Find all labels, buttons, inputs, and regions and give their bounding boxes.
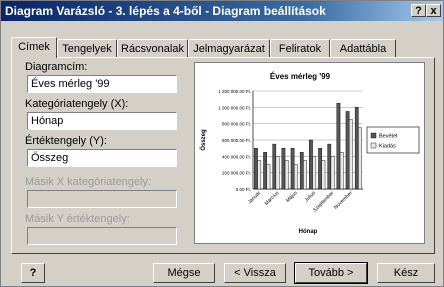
dialog-window: Diagram Varázsló - 3. lépés a 4-ből - Di… <box>0 0 444 287</box>
bar-bevetel <box>263 152 267 190</box>
bar-kiadas <box>312 156 317 190</box>
bar-bevetel <box>281 147 286 190</box>
chart-preview: Éves mérleg '99 1 200 000.00 Ft. 1 000 000… <box>194 62 425 244</box>
second-x-axis-input <box>27 190 177 208</box>
x-axis-title: Hónap <box>299 229 318 235</box>
bar-kiadas <box>284 160 289 190</box>
value-axis-input[interactable]: Összeg <box>27 149 177 167</box>
bar-bevetel <box>345 111 350 190</box>
bar-bevetel <box>354 107 359 190</box>
bar-kiadas <box>275 156 280 190</box>
legend-swatch <box>370 142 377 149</box>
legend-label: Bevétel <box>379 134 397 140</box>
bar-kiadas <box>321 160 326 190</box>
bar-kiadas <box>266 164 271 190</box>
legend-label: Kiadás <box>379 144 396 150</box>
category-axis-label: Kategóriatengely (X): <box>25 98 129 110</box>
help-title-button[interactable]: ? <box>411 4 426 17</box>
x-tick-label: November <box>333 190 354 211</box>
tab-legend[interactable]: Jelmagyarázat <box>188 39 270 57</box>
y-tick-label: 800 000.00 Ft. <box>222 122 251 127</box>
chart-title-input[interactable]: Éves mérleg '99 <box>27 75 177 93</box>
next-button[interactable]: Tovább > <box>294 262 368 284</box>
second-x-axis-label: Másik X kategóriatengely: <box>25 176 151 188</box>
bar-bevetel <box>299 152 304 190</box>
bar-kiadas <box>339 152 344 190</box>
y-tick-label: 1 000 000.00 Ft. <box>218 105 251 110</box>
second-y-axis-label: Másik Y értéktengely: <box>25 213 130 225</box>
close-button[interactable]: x <box>426 4 441 17</box>
x-tick-label: Január <box>247 190 262 205</box>
tab-gridlines[interactable]: Rácsvonalak <box>117 39 188 57</box>
bar-kiadas <box>294 164 298 190</box>
tab-data-labels[interactable]: Feliratok <box>270 39 330 57</box>
help-button[interactable]: ? <box>21 263 45 283</box>
y-axis-title: Összeg <box>200 129 207 151</box>
back-button[interactable]: < Vissza <box>224 263 286 283</box>
x-tick-label: Július <box>304 190 318 204</box>
finish-button[interactable]: Kész <box>377 263 435 283</box>
bar-bevetel <box>309 139 313 190</box>
chart-title-label: Diagramcím: <box>25 61 88 73</box>
legend-swatch <box>370 132 377 139</box>
bar-bevetel <box>318 147 322 190</box>
category-axis-input[interactable]: Hónap <box>27 112 177 130</box>
cancel-button[interactable]: Mégse <box>153 263 215 283</box>
bar-kiadas <box>349 119 353 190</box>
tab-data-table[interactable]: Adattábla <box>330 39 396 57</box>
value-axis-label: Értéktengely (Y): <box>25 135 107 147</box>
tab-titles[interactable]: Címek <box>11 37 57 58</box>
y-tick-label: 400 000.00 Ft. <box>222 154 251 159</box>
x-tick-label: Május <box>285 190 299 204</box>
window-title: Diagram Varázsló - 3. lépés a 4-ből - Di… <box>5 4 326 18</box>
bar-bevetel <box>336 103 341 190</box>
chart-title: Éves mérleg '99 <box>270 72 331 81</box>
chart-svg: Éves mérleg '99 1 200 000.00 Ft. 1 000 000… <box>200 72 420 235</box>
y-tick-label: 1 200 000.00 Ft. <box>218 89 251 94</box>
tab-axes[interactable]: Tengelyek <box>57 39 117 57</box>
bar-kiadas <box>257 160 262 190</box>
bar-bevetel <box>290 147 295 190</box>
y-tick-label: 0.00 Ft. <box>236 187 251 192</box>
bar-bevetel <box>254 147 258 190</box>
bar-kiadas <box>330 156 335 190</box>
bar-bevetel <box>327 143 332 190</box>
y-tick-label: 600 000.00 Ft. <box>222 138 251 143</box>
bar-kiadas <box>358 127 362 190</box>
bar-bevetel <box>272 143 277 190</box>
x-tick-label: Március <box>264 190 281 207</box>
bar-kiadas <box>303 160 307 190</box>
y-tick-label: 200 000.00 Ft. <box>222 171 251 176</box>
title-bar: Diagram Varázsló - 3. lépés a 4-ből - Di… <box>1 1 443 21</box>
second-y-axis-input <box>27 227 177 245</box>
